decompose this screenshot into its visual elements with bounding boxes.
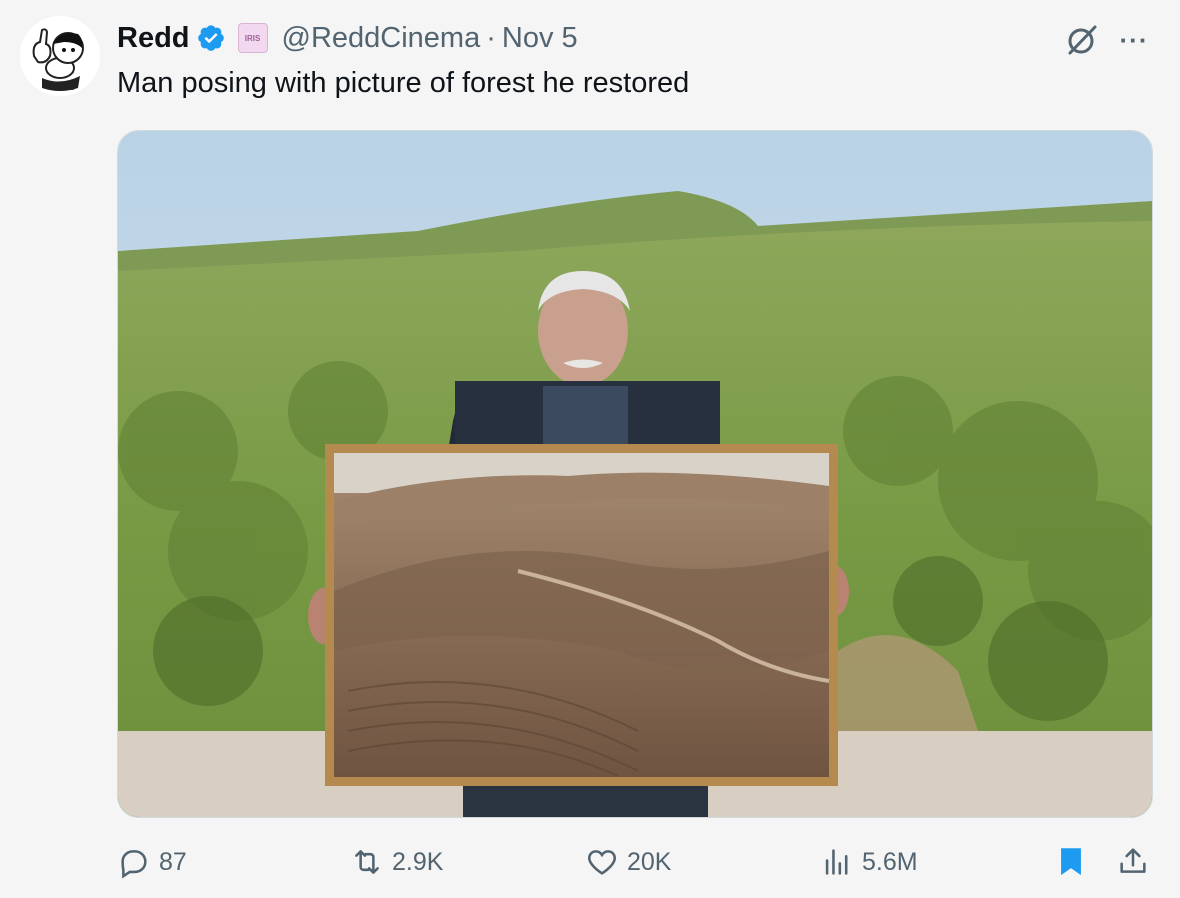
tweet-photo[interactable] (117, 130, 1153, 818)
photo-image (118, 131, 1152, 817)
views-button[interactable]: 5.6M (820, 840, 918, 884)
author-name[interactable]: Redd (117, 22, 190, 55)
avatar[interactable] (20, 16, 100, 96)
tweet-header: Redd IRIS @ReddCinema · Nov 5 (117, 18, 578, 58)
tweet-text: Man posing with picture of forest he res… (117, 67, 690, 99)
reply-button[interactable]: 87 (117, 840, 187, 884)
reply-icon (121, 850, 147, 879)
action-bar: 87 2.9K 20K 5.6M (0, 840, 1180, 884)
retweet-icon (355, 850, 379, 874)
tweet-date[interactable]: Nov 5 (502, 22, 578, 55)
bookmark-icon[interactable] (1054, 844, 1088, 878)
retweet-count: 2.9K (392, 847, 444, 876)
views-count: 5.6M (862, 847, 918, 876)
share-icon[interactable] (1116, 844, 1150, 878)
separator-dot: · (486, 21, 496, 54)
more-icon[interactable]: ··· (1116, 22, 1152, 58)
heart-icon (588, 850, 616, 875)
like-count: 20K (627, 847, 672, 876)
views-icon (825, 849, 848, 875)
like-button[interactable]: 20K (585, 840, 671, 884)
affiliate-badge[interactable]: IRIS (237, 23, 268, 53)
reply-count: 87 (159, 847, 187, 876)
avatar-cartoon-icon (20, 16, 100, 96)
grok-icon[interactable] (1064, 22, 1100, 58)
retweet-button[interactable]: 2.9K (350, 840, 443, 884)
author-handle[interactable]: @ReddCinema (282, 22, 481, 55)
verified-badge-icon (197, 25, 224, 51)
